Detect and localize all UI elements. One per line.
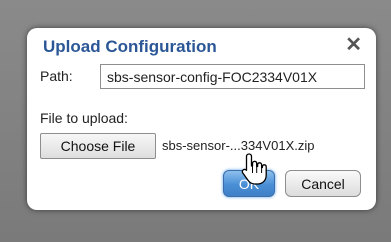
selected-file-name: sbs-sensor-...334V01X.zip — [162, 138, 315, 153]
close-icon[interactable]: ✕ — [345, 35, 362, 55]
ok-button[interactable]: OK — [223, 170, 275, 197]
file-to-upload-label: File to upload: — [40, 110, 128, 126]
choose-file-button[interactable]: Choose File — [40, 133, 156, 159]
path-label: Path: — [40, 68, 73, 84]
cancel-button[interactable]: Cancel — [285, 170, 361, 197]
path-input[interactable] — [100, 64, 365, 89]
upload-configuration-dialog: Upload Configuration ✕ Path: File to upl… — [27, 28, 376, 210]
dialog-title: Upload Configuration — [43, 37, 217, 56]
